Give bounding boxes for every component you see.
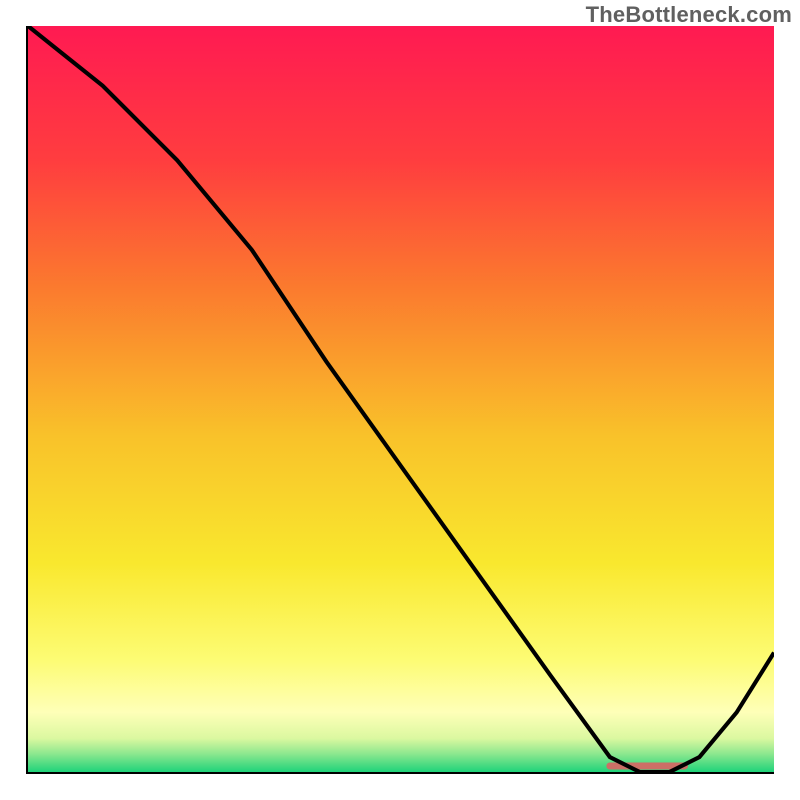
chart-frame: TheBottleneck.com xyxy=(0,0,800,800)
chart-svg xyxy=(28,26,774,772)
chart-background xyxy=(28,26,774,772)
watermark-text: TheBottleneck.com xyxy=(586,2,792,28)
plot-area xyxy=(26,26,774,774)
